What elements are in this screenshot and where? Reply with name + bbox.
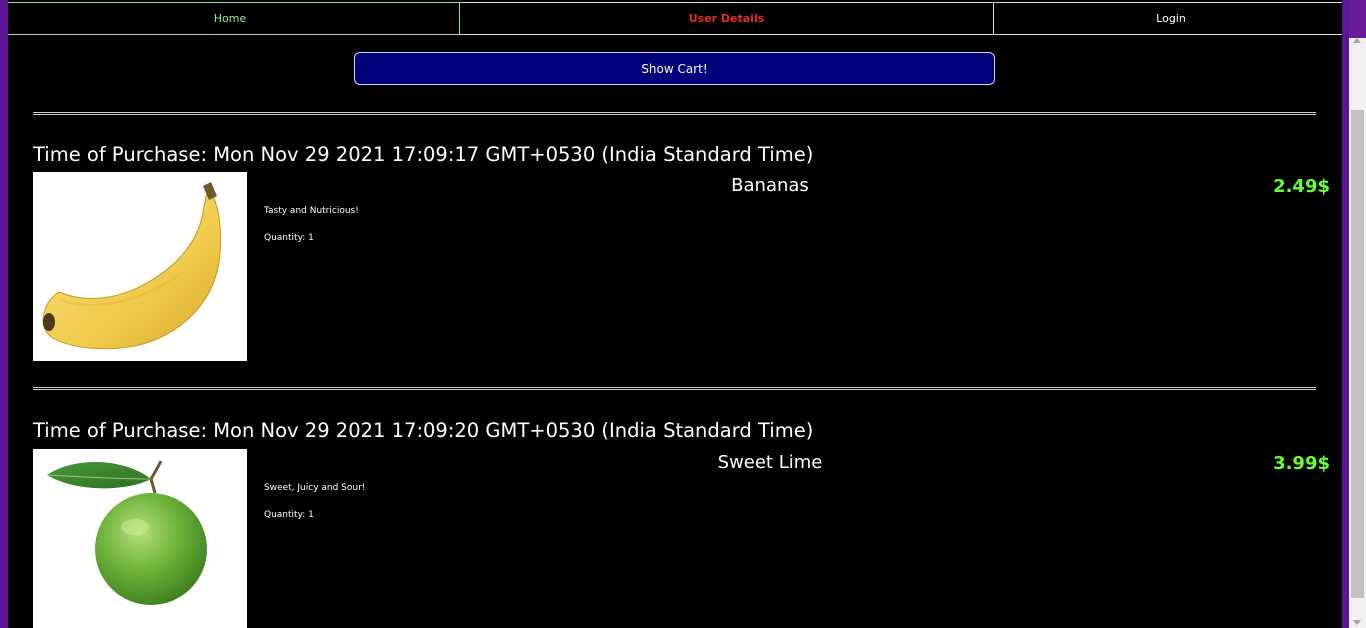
banana-image (33, 172, 247, 361)
product-price: 3.99$ (1273, 453, 1330, 474)
divider (33, 112, 1316, 115)
nav-home-label: Home (213, 12, 247, 25)
nav-login[interactable]: Login (993, 2, 1342, 35)
scroll-up-arrow-icon[interactable] (1353, 38, 1361, 43)
page-right-border (1342, 0, 1349, 628)
product-name: Bananas (731, 175, 809, 196)
nav-user-details[interactable]: User Details (460, 2, 993, 35)
show-cart-button[interactable]: Show Cart! (354, 52, 995, 85)
main-content: Home User Details Login Show Cart! Time … (8, 0, 1342, 628)
product-price: 2.49$ (1273, 176, 1330, 197)
scroll-down-arrow-icon[interactable] (1353, 620, 1361, 625)
show-cart-label: Show Cart! (641, 61, 708, 76)
page-left-border (0, 0, 8, 628)
scroll-thumb[interactable] (1351, 110, 1364, 598)
lime-image (33, 449, 247, 628)
product-description: Sweet, Juicy and Sour! (264, 483, 366, 493)
vertical-scrollbar[interactable] (1349, 38, 1366, 628)
navbar: Home User Details Login (8, 2, 1342, 37)
product-description: Tasty and Nutricious! (264, 206, 359, 216)
nav-home[interactable]: Home (8, 2, 460, 35)
purchase-time-title: Time of Purchase: Mon Nov 29 2021 17:09:… (33, 419, 814, 442)
product-name: Sweet Lime (717, 452, 823, 473)
nav-user-details-label: User Details (688, 12, 765, 25)
divider (33, 387, 1316, 390)
purchase-time-title: Time of Purchase: Mon Nov 29 2021 17:09:… (33, 143, 814, 166)
nav-login-label: Login (1156, 12, 1186, 25)
product-quantity: Quantity: 1 (264, 510, 314, 520)
product-quantity: Quantity: 1 (264, 233, 314, 243)
